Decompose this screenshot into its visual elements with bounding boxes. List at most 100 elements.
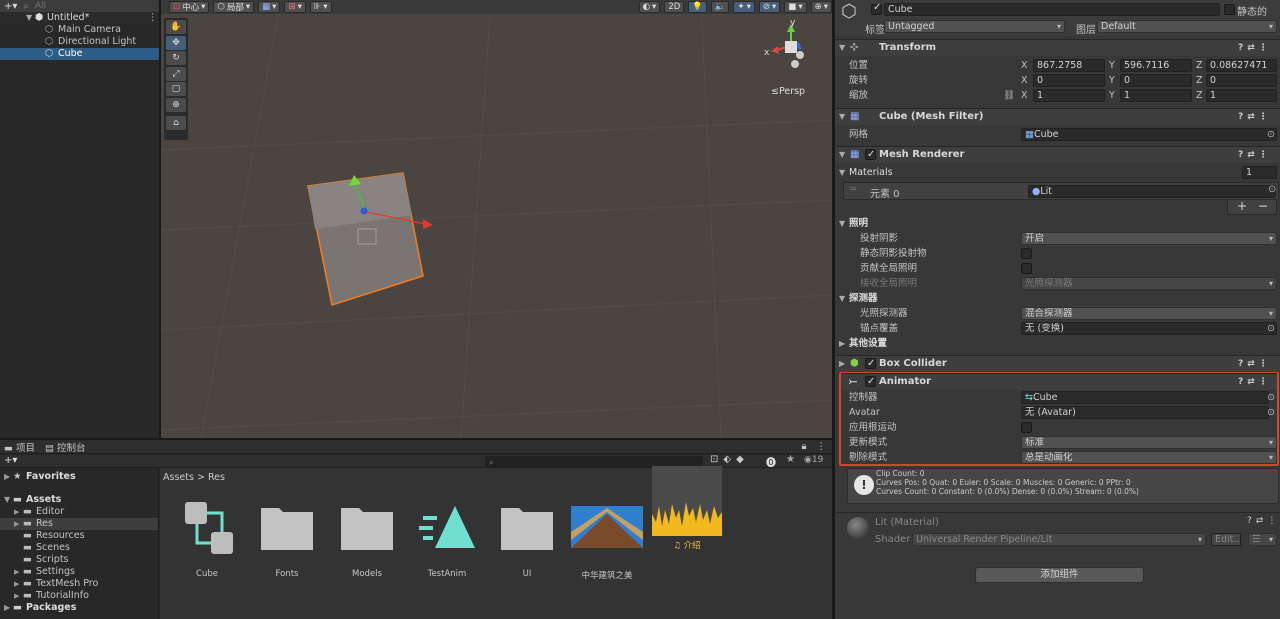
lock-icon[interactable]: 🔒︎ [801,441,806,452]
pivot-dropdown[interactable]: ⊡ 中心 ▾ [169,1,210,13]
materials-row[interactable]: ▼ Materials 1 [835,165,1280,180]
move-tool-icon[interactable]: ✥ [166,35,186,50]
header-icons[interactable]: ?⇄⋮ [1247,516,1280,526]
controller-field[interactable]: ⇆Cube [1021,391,1269,404]
object-picker-icon[interactable]: ⊙ [1267,127,1275,142]
asset-item[interactable]: TestAnim [409,498,485,579]
box-collider-header[interactable]: ▶ ⬢ Box Collider ?⇄⋮ [835,355,1280,372]
perspective-label[interactable]: ≤Persp [771,86,805,97]
culling-mode-dropdown[interactable]: 总是动画化 [1021,451,1277,464]
scale-y-field[interactable]: 1 [1120,89,1192,102]
tree-folder[interactable]: ▶ ▬ TutorialInfo [0,590,158,602]
expand-arrow-icon[interactable]: ▶ [14,518,19,530]
packages-row[interactable]: ▶ ▬ Packages [0,602,158,614]
expand-arrow-icon[interactable]: ▼ [839,147,845,163]
materials-count-field[interactable]: 1 [1242,166,1277,179]
tag-dropdown[interactable]: Untagged [884,20,1065,33]
gizmos-dropdown[interactable]: ⊕ ▾ [810,1,832,13]
audio-toggle[interactable]: 🔈 [710,1,730,13]
orientation-gizmo[interactable]: y x [764,18,816,80]
static-shadow-checkbox[interactable] [1021,248,1032,259]
header-icons[interactable]: ?⇄⋮ [1238,40,1272,56]
assets-root-row[interactable]: ▼ ▬ Assets [0,494,158,506]
position-x-field[interactable]: 867.2758 [1033,59,1105,72]
link-icon[interactable]: ⛓ [1003,88,1015,103]
transform-header[interactable]: ▼ ⊹ Transform ?⇄⋮ [835,39,1280,56]
grid-snap-button[interactable]: ▦ ▾ [258,1,281,13]
asset-item[interactable]: Cube [169,498,245,579]
expand-arrow-icon[interactable]: ▶ [14,590,19,602]
expand-arrow-icon[interactable]: ▶ [4,602,10,614]
object-picker-icon[interactable]: ⊙ [1268,184,1276,195]
mesh-renderer-header[interactable]: ▼ ▦ Mesh Renderer ?⇄⋮ [835,146,1280,163]
rotate-tool-icon[interactable]: ↻ [166,51,186,66]
remove-element-button[interactable]: − [1258,199,1268,213]
object-picker-icon[interactable]: ⊙ [1267,390,1275,405]
layer-dropdown[interactable]: Default [1097,20,1277,33]
2d-toggle[interactable]: 2D [664,1,685,13]
root-motion-checkbox[interactable] [1021,422,1032,433]
hierarchy-add-button[interactable]: +▾ [4,1,17,12]
expand-arrow-icon[interactable]: ▶ [839,336,845,351]
expand-arrow-icon[interactable]: ▶ [839,356,845,372]
scene-row[interactable]: ▼ ⬢ Untitled* ⋮ [0,12,159,24]
object-picker-icon[interactable]: ⊙ [1267,405,1275,420]
asset-item[interactable]: Fonts [249,498,325,579]
tree-folder[interactable]: ▶ ▬ Settings [0,566,158,578]
mesh-field[interactable]: ▦Cube [1021,128,1277,141]
custom-tool-icon[interactable]: ⌂ [166,115,186,130]
active-checkbox[interactable] [871,2,882,15]
tree-folder-selected[interactable]: ▶ ▬ Res [0,518,158,530]
breadcrumb-assets[interactable]: Assets [163,472,194,483]
expand-arrow-icon[interactable]: ▼ [839,165,845,180]
favorites-row[interactable]: ▶ ★ Favorites [0,471,158,483]
grid-view-button[interactable]: ⊞ ▾ [284,1,306,13]
filter-icons[interactable]: ⊡⬖◆ [710,454,749,465]
scene-menu-icon[interactable]: ⋮ [148,12,158,24]
breadcrumb-res[interactable]: Res [208,472,225,483]
tree-folder[interactable]: ▬ Scenes [0,542,158,554]
expand-arrow-icon[interactable]: ▶ [4,471,10,483]
drag-handle-icon[interactable]: ═ [850,184,856,195]
effects-dropdown[interactable]: ✦ ▾ [733,1,755,13]
enabled-checkbox[interactable] [865,374,876,390]
material-field[interactable]: ●Lit [1028,185,1276,198]
asset-item[interactable]: 中华建筑之美 [569,498,645,581]
favorite-star-icon[interactable]: ★ [786,454,795,465]
rect-tool-icon[interactable]: ▢ [166,82,186,97]
hidden-packages-icon[interactable]: ⓿ [766,454,776,469]
tree-folder[interactable]: ▬ Scripts [0,554,158,566]
expand-arrow-icon[interactable]: ▼ [839,109,845,125]
expand-arrow-icon[interactable]: ▶ [14,578,19,590]
hierarchy-search-input[interactable]: All [35,1,46,11]
expand-arrow-icon[interactable]: ▼ [4,494,10,506]
update-mode-dropdown[interactable]: 标准 [1021,436,1277,449]
hierarchy-item-selected[interactable]: ⬡ Cube [0,48,159,60]
static-checkbox[interactable] [1224,4,1235,15]
position-z-field[interactable]: 0.08627471 [1206,59,1277,72]
header-icons[interactable]: ?⇄⋮ [1238,374,1272,390]
draw-mode-button[interactable]: ◐ ▾ [638,1,661,13]
transform-tool-icon[interactable]: ⊕ [166,97,186,112]
tree-folder[interactable]: ▬ Resources [0,530,158,542]
hand-tool-icon[interactable]: ✋ [166,20,186,34]
anchor-override-field[interactable]: 无 (变换) [1021,322,1277,335]
add-element-button[interactable]: + [1237,199,1247,213]
hierarchy-item[interactable]: ⬡ Main Camera [0,24,159,36]
enabled-checkbox[interactable] [865,356,876,372]
rotation-y-field[interactable]: 0 [1120,74,1192,87]
expand-arrow-icon[interactable]: ▶ [14,506,19,518]
tab-console[interactable]: ▤ 控制台 [45,440,86,454]
space-dropdown[interactable]: ⬡ 局部 ▾ [213,1,255,13]
project-add-button[interactable]: +▾ [4,455,17,466]
cast-shadows-dropdown[interactable]: 开启 [1021,232,1277,245]
expand-arrow-icon[interactable]: ▼ [26,12,32,24]
expand-arrow-icon[interactable]: ▶ [14,566,19,578]
panel-menu-icon[interactable]: ⋮ [817,441,833,452]
hidden-objects-toggle[interactable]: ⊘ ▾ [758,1,781,13]
avatar-field[interactable]: 无 (Avatar) [1021,406,1269,419]
contribute-gi-checkbox[interactable] [1021,263,1032,274]
other-settings-section[interactable]: ▶ 其他设置 [835,336,1280,351]
camera-settings-dropdown[interactable]: ■ ▾ [784,1,807,13]
position-y-field[interactable]: 596.7116 [1120,59,1192,72]
